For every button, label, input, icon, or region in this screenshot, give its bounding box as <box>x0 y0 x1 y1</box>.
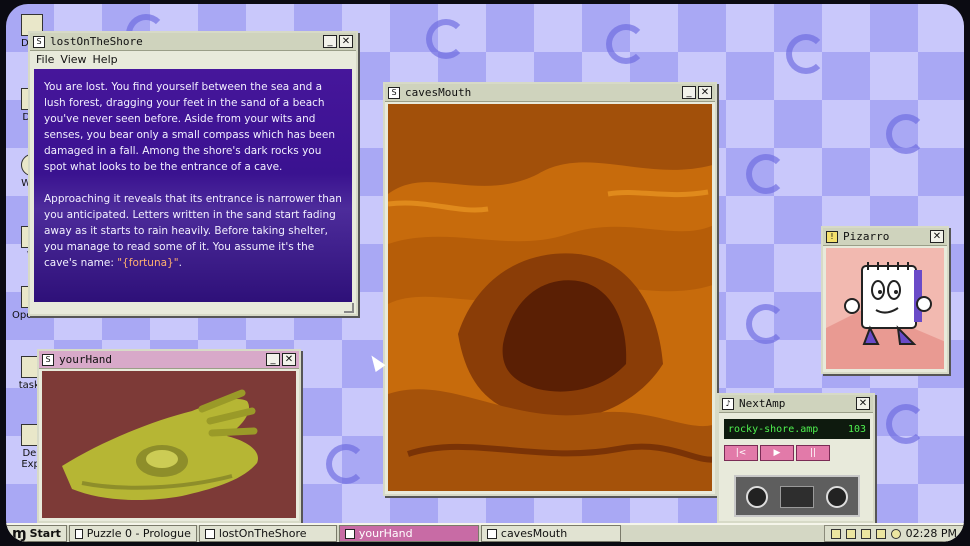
app-icon: S <box>33 35 45 48</box>
story-paragraph: You are lost. You find yourself between … <box>44 81 335 173</box>
hand-titlebar[interactable]: S yourHand _ ✕ <box>39 351 299 369</box>
minimize-button[interactable]: _ <box>682 86 696 99</box>
story-paragraph: Approaching it reveals that its entrance… <box>44 193 342 269</box>
cave-entrance-illustration <box>388 104 712 491</box>
clock: 02:28 PM <box>905 527 957 540</box>
app-icon <box>204 528 215 539</box>
previous-button[interactable]: |< <box>724 445 758 461</box>
volume-icon[interactable] <box>875 528 886 539</box>
track-number: 103 <box>847 423 866 435</box>
amp-titlebar[interactable]: ♪ NextAmp ✕ <box>719 395 873 413</box>
pizarro-window[interactable]: ! Pizarro ✕ <box>821 226 949 374</box>
window-title: yourHand <box>59 353 112 366</box>
swirl-pattern <box>746 154 786 194</box>
story-titlebar[interactable]: S lostOnTheShore _ ✕ <box>30 33 356 51</box>
pizarro-assistant[interactable] <box>826 248 944 369</box>
keyboard-icon[interactable] <box>845 528 856 539</box>
start-logo-icon: ɱ <box>12 525 27 542</box>
app-icon <box>344 528 355 539</box>
cave-name-highlight: "{fortuna}" <box>117 257 179 269</box>
clock-icon <box>890 528 901 539</box>
app-icon: S <box>388 86 400 99</box>
notepad-mascot-illustration <box>826 248 944 369</box>
pizarro-titlebar[interactable]: ! Pizarro ✕ <box>823 228 947 246</box>
hand-image <box>42 371 296 518</box>
nextamp-window[interactable]: ♪ NextAmp ✕ rocky-shore.amp 103 |< ▶ || <box>717 393 875 523</box>
swirl-pattern <box>886 114 926 154</box>
swirl-pattern <box>886 404 926 444</box>
cassette-tape <box>734 475 860 517</box>
tape-window <box>780 486 814 508</box>
hand-window[interactable]: S yourHand _ ✕ <box>37 349 301 523</box>
network-icon[interactable] <box>860 528 871 539</box>
close-button[interactable]: ✕ <box>339 35 353 48</box>
resize-grip[interactable] <box>344 303 354 313</box>
player-icon: ♪ <box>722 397 734 410</box>
close-button[interactable]: ✕ <box>282 353 296 366</box>
swirl-pattern <box>426 19 466 59</box>
close-button[interactable]: ✕ <box>856 397 870 410</box>
story-text-panel: You are lost. You find yourself between … <box>34 69 352 302</box>
hand-with-compass-illustration <box>62 389 258 501</box>
window-title: Pizarro <box>843 230 890 243</box>
menu-view[interactable]: View <box>60 53 86 66</box>
story-window[interactable]: S lostOnTheShore _ ✕ File View Help You … <box>28 31 358 316</box>
window-title: lostOnTheShore <box>50 35 143 48</box>
play-button[interactable]: ▶ <box>760 445 794 461</box>
cave-titlebar[interactable]: S cavesMouth _ ✕ <box>385 84 715 102</box>
close-button[interactable]: ✕ <box>930 230 944 243</box>
menu-bar: File View Help <box>30 51 356 67</box>
minimize-button[interactable]: _ <box>323 35 337 48</box>
task-lostontheshore[interactable]: lostOnTheShore <box>198 525 337 542</box>
track-display: rocky-shore.amp 103 <box>724 419 870 439</box>
close-button[interactable]: ✕ <box>698 86 712 99</box>
tape-reel-left <box>746 486 768 508</box>
desktop: Dow Doc Web W OpenMe taskli DesExpl S lo… <box>6 4 964 542</box>
task-yourhand[interactable]: yourHand <box>338 525 479 542</box>
swirl-pattern <box>786 34 826 74</box>
lightbulb-icon[interactable] <box>830 528 841 539</box>
cave-window[interactable]: S cavesMouth _ ✕ <box>383 82 717 496</box>
start-button[interactable]: ɱ Start <box>6 525 67 542</box>
system-tray: 02:28 PM <box>823 525 964 542</box>
tape-reel-right <box>826 486 848 508</box>
swirl-pattern <box>746 304 786 344</box>
minimize-button[interactable]: _ <box>266 353 280 366</box>
app-icon <box>486 528 497 539</box>
pause-button[interactable]: || <box>796 445 830 461</box>
window-title: NextAmp <box>739 397 786 410</box>
lightbulb-icon: ! <box>826 230 838 243</box>
taskbar: ɱ Start Puzzle 0 - Prologue lostOnTheSho… <box>6 523 964 542</box>
menu-help[interactable]: Help <box>93 53 118 66</box>
track-name: rocky-shore.amp <box>728 423 819 435</box>
task-cavesmouth[interactable]: cavesMouth <box>480 525 621 542</box>
app-icon: S <box>42 353 54 366</box>
window-title: cavesMouth <box>405 86 472 99</box>
swirl-pattern <box>326 444 366 484</box>
book-icon <box>74 528 83 539</box>
cave-image <box>388 104 712 491</box>
swirl-pattern <box>606 24 646 64</box>
task-puzzle-prologue[interactable]: Puzzle 0 - Prologue <box>68 525 197 542</box>
menu-file[interactable]: File <box>36 53 54 66</box>
